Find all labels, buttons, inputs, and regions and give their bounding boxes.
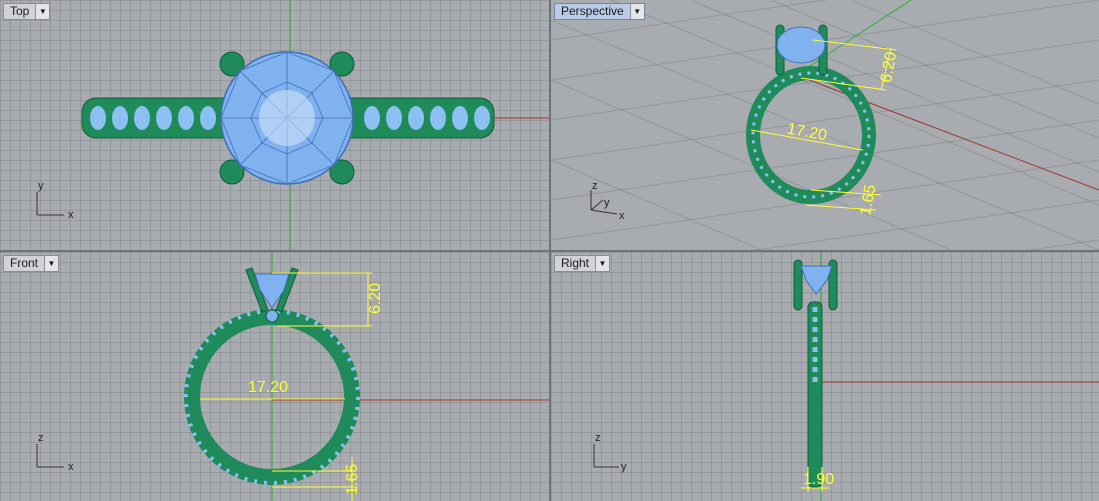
dimension-label: 6.20 xyxy=(878,51,900,85)
dimension-label: 17.20 xyxy=(786,121,828,145)
axis-indicator xyxy=(593,444,619,468)
center-stone xyxy=(776,26,826,64)
tab-right[interactable]: Right ▼ xyxy=(554,255,611,272)
chevron-down-icon[interactable]: ▼ xyxy=(595,256,610,271)
dimension-label: 1.65 xyxy=(857,183,879,217)
axis-indicator xyxy=(36,192,64,216)
chevron-down-icon[interactable]: ▼ xyxy=(629,4,644,19)
stone-table xyxy=(259,90,315,146)
top-canvas[interactable]: x y xyxy=(0,0,549,250)
axis-z-label: z xyxy=(592,180,598,192)
axis-x-label: x xyxy=(68,461,74,473)
viewport-right[interactable]: 1.90 y z Right ▼ xyxy=(551,252,1099,501)
dimension-label: 1.90 xyxy=(803,471,834,488)
perspective-canvas[interactable]: 6.20 17.20 1.65 x y z xyxy=(551,0,1099,250)
axis-x-label: x xyxy=(68,209,74,221)
viewport-front[interactable]: 6.20 17.20 1.65 x z Front ▼ xyxy=(0,252,549,501)
center-stone xyxy=(800,265,833,295)
viewport-perspective[interactable]: 6.20 17.20 1.65 x y z Perspective ▼ xyxy=(551,0,1099,250)
viewport-title[interactable]: Front xyxy=(4,256,44,271)
viewport-title[interactable]: Top xyxy=(4,4,35,19)
gallery-stone xyxy=(265,309,279,323)
tab-perspective[interactable]: Perspective ▼ xyxy=(554,3,645,20)
axis-z-label: z xyxy=(595,432,601,444)
chevron-down-icon[interactable]: ▼ xyxy=(44,256,59,271)
axis-y-label: y xyxy=(38,180,44,192)
axis-y-label: y xyxy=(604,197,610,209)
axis-x-label: x xyxy=(619,210,625,222)
viewport-title[interactable]: Perspective xyxy=(555,4,630,19)
tab-front[interactable]: Front ▼ xyxy=(3,255,60,272)
axis-y-label: y xyxy=(621,461,627,473)
chevron-down-icon[interactable]: ▼ xyxy=(35,4,50,19)
axis-indicator xyxy=(36,444,64,468)
axis-z-label: z xyxy=(38,432,44,444)
dimension-label: 17.20 xyxy=(248,379,288,396)
tab-top[interactable]: Top ▼ xyxy=(3,3,51,20)
viewport-top[interactable]: x y Top ▼ xyxy=(0,0,549,250)
dimension-label: 6.20 xyxy=(367,283,384,314)
front-canvas[interactable]: 6.20 17.20 1.65 x z xyxy=(0,252,549,501)
dimension-label: 1.65 xyxy=(344,464,361,495)
right-canvas[interactable]: 1.90 y z xyxy=(551,252,1099,501)
x-axis-line xyxy=(795,74,1099,191)
viewport-title[interactable]: Right xyxy=(555,256,595,271)
